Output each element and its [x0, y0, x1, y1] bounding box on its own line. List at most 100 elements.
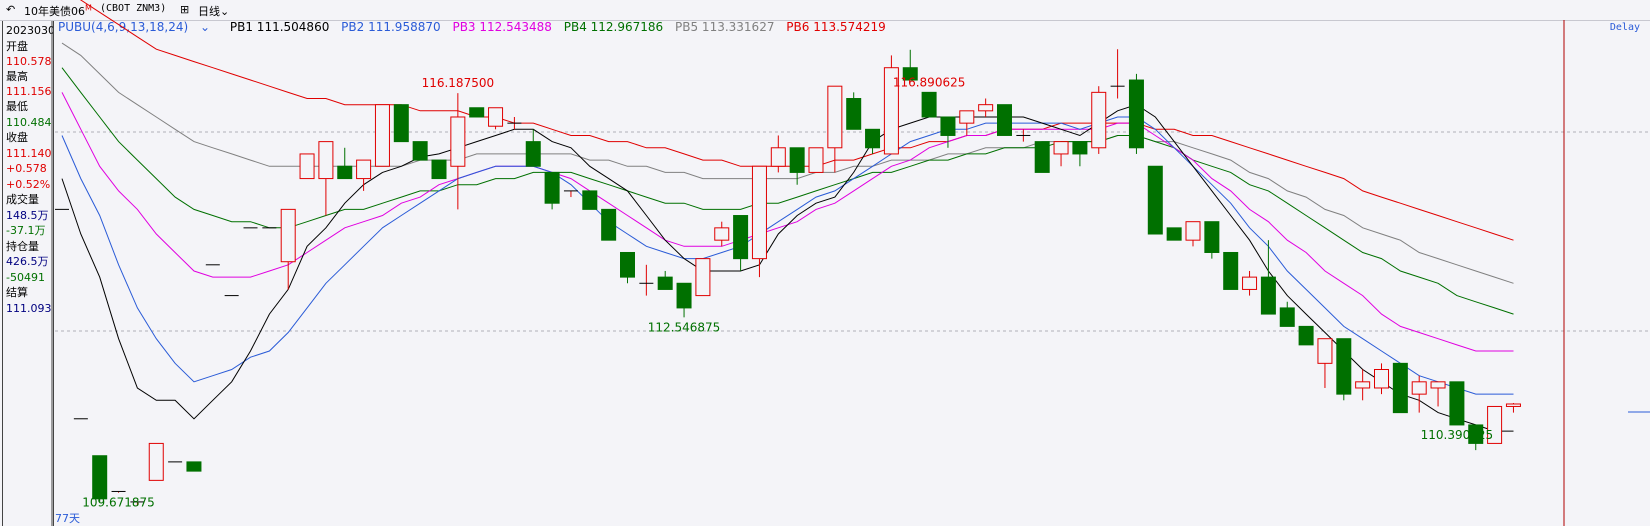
price-labels: 116.187500 112.546875 116.890625 109.671875…	[82, 75, 1493, 509]
price-annotation: 112.546875	[648, 320, 721, 334]
candle	[1110, 49, 1125, 99]
pb6-line	[79, 0, 1514, 241]
candle	[1298, 325, 1314, 346]
candle	[676, 282, 692, 318]
candle-body	[1430, 381, 1446, 389]
candle	[1374, 363, 1389, 395]
candle	[921, 91, 937, 118]
candle-body	[374, 104, 390, 167]
pb4-line	[61, 67, 1514, 315]
candle	[1166, 227, 1182, 241]
candle	[544, 171, 560, 210]
candle-body	[148, 442, 164, 481]
candle	[431, 159, 447, 180]
candle	[1223, 251, 1239, 290]
candle	[1185, 221, 1201, 247]
candle	[507, 116, 522, 130]
candle-body	[582, 190, 598, 210]
candle	[1053, 141, 1069, 167]
candle-body	[1260, 276, 1276, 315]
candle	[1072, 141, 1088, 167]
candle	[1430, 381, 1446, 407]
price-annotation: 116.890625	[893, 75, 966, 89]
pb2-line	[61, 116, 1514, 395]
candle-body	[714, 227, 730, 241]
candle-body	[1185, 221, 1201, 241]
candle-body	[337, 165, 353, 180]
grid-lines	[51, 20, 1650, 526]
candle	[1091, 86, 1107, 154]
candle-body	[1336, 338, 1352, 395]
candle	[1260, 240, 1276, 315]
candle-body	[657, 276, 673, 290]
candle-body	[1053, 141, 1069, 155]
candle-body	[846, 98, 862, 130]
candle-body	[412, 141, 428, 161]
candle	[1034, 141, 1050, 173]
candle-body	[1091, 91, 1107, 149]
candle	[111, 490, 126, 493]
candle-body	[1223, 251, 1239, 290]
candle	[978, 98, 994, 117]
candle	[356, 159, 372, 191]
price-annotation: 116.187500	[422, 76, 495, 90]
candle	[1128, 73, 1144, 154]
candle	[393, 104, 409, 143]
pb3-line	[61, 92, 1514, 352]
candle-body	[865, 128, 881, 149]
candle	[733, 215, 749, 271]
candle-body	[1374, 369, 1389, 389]
candle-body	[997, 104, 1012, 136]
candle	[469, 107, 485, 118]
candle	[1279, 301, 1295, 327]
candle	[563, 190, 578, 198]
candle-body	[620, 251, 635, 278]
candle-body	[1204, 221, 1220, 253]
candle	[582, 190, 598, 210]
candle-body	[959, 110, 975, 124]
candle-body	[1505, 403, 1521, 407]
candle	[883, 55, 899, 155]
candle	[770, 135, 786, 173]
candle	[299, 153, 315, 180]
price-annotation: 110.390625	[1421, 428, 1494, 442]
candle	[374, 104, 390, 167]
candle-body	[1279, 307, 1295, 327]
candle-body	[525, 141, 541, 167]
candle-body	[1317, 338, 1333, 364]
candle-body	[544, 171, 560, 204]
candle	[525, 129, 541, 167]
candle-body	[1034, 141, 1050, 173]
candle	[488, 107, 504, 130]
candle-body	[601, 208, 617, 241]
candle	[1147, 165, 1163, 235]
candle-body	[1355, 381, 1371, 389]
candle	[1505, 403, 1521, 413]
candle-body	[186, 461, 202, 472]
candle-body	[280, 208, 296, 263]
candle	[620, 251, 635, 284]
candle	[1016, 129, 1031, 142]
candle-body	[733, 215, 749, 260]
candle-body	[1411, 381, 1427, 395]
days-label: 77天	[55, 512, 80, 525]
candle	[808, 147, 824, 173]
candle-body	[978, 104, 994, 112]
candle-body	[921, 91, 937, 118]
candle-body	[488, 107, 504, 127]
candle	[1355, 369, 1371, 401]
candlestick-chart[interactable]: 116.187500 112.546875 116.890625 109.671875…	[0, 0, 1650, 526]
candle-body	[1449, 381, 1465, 426]
candle-body	[469, 107, 485, 118]
candle	[148, 442, 164, 481]
candle-body	[92, 455, 108, 500]
candle	[997, 104, 1012, 136]
candle	[186, 461, 202, 472]
candle-body	[770, 147, 786, 167]
candle-body	[393, 104, 409, 143]
candle	[337, 147, 353, 180]
candle-body	[827, 85, 843, 149]
candle	[695, 258, 711, 297]
candle-body	[751, 165, 767, 260]
candle	[412, 141, 428, 161]
